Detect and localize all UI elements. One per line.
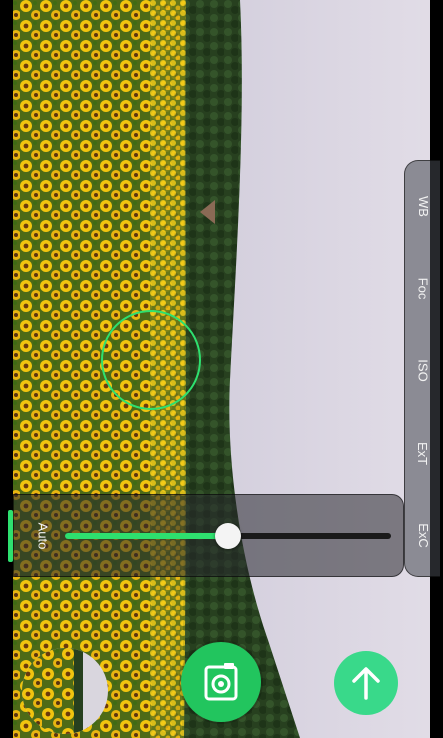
camera-mode-panel: WB Foc ISO ExT ExC [404,160,440,577]
upload-button[interactable] [334,651,398,715]
thumbnail-image [22,648,108,734]
mode-exposure-time-label: ExT [415,441,431,465]
viewfinder[interactable] [0,0,443,738]
left-edge [0,0,13,738]
slider-active-marker [8,510,13,562]
camera-screen: WB Foc ISO ExT ExC Auto [0,0,443,738]
slider-mode-label[interactable]: Auto [36,517,51,555]
mode-exposure-comp-button[interactable]: ExC [405,505,441,565]
slider-fill [65,533,228,539]
camera-icon [204,663,238,701]
mode-wb-button[interactable]: WB [405,176,441,236]
mode-iso-button[interactable]: ISO [405,340,441,400]
mode-exposure-time-button[interactable]: ExT [405,423,441,483]
mode-focus-button[interactable]: Foc [405,258,441,318]
mode-exposure-comp-label: ExC [415,522,431,548]
mode-iso-label: ISO [415,358,431,382]
last-photo-thumbnail[interactable] [22,648,108,734]
slider-thumb[interactable] [215,523,241,549]
shutter-button[interactable] [181,642,261,722]
exposure-slider[interactable] [65,523,391,549]
mode-focus-label: Foc [415,277,431,299]
arrow-up-icon [352,667,380,700]
focus-indicator[interactable] [101,310,201,410]
mode-wb-label: WB [415,195,431,217]
